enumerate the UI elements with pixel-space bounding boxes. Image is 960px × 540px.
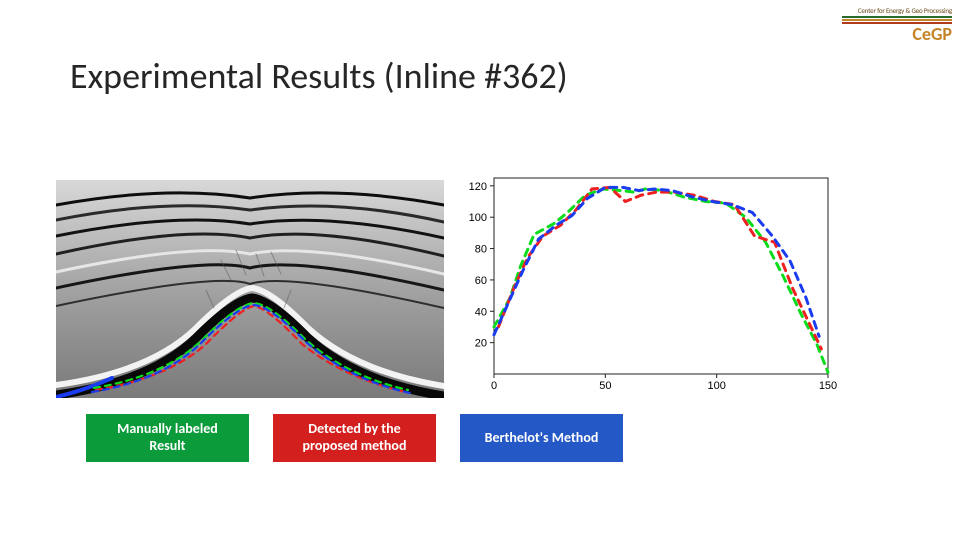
logo-main: CeGP	[842, 26, 952, 42]
svg-text:100: 100	[707, 380, 725, 392]
seismic-image	[56, 180, 444, 398]
content-row: 0 50 100 150 20 40 60 80 100 120	[56, 168, 838, 398]
page-title: Experimental Results (Inline #362)	[70, 54, 568, 98]
svg-text:50: 50	[599, 380, 611, 392]
svg-text:20: 20	[475, 338, 487, 350]
legend-label: Detected by theproposed method	[303, 421, 407, 455]
logo-bar	[842, 16, 952, 18]
logo-subtitle: Center for Energy & Geo Processing	[842, 6, 952, 15]
svg-text:120: 120	[469, 181, 487, 193]
legend-row: Manually labeledResult Detected by thepr…	[86, 414, 623, 462]
legend-berthelot: Berthelot's Method	[460, 414, 623, 462]
legend-manual: Manually labeledResult	[86, 414, 249, 462]
legend-label: Berthelot's Method	[485, 430, 599, 447]
svg-text:150: 150	[819, 380, 837, 392]
svg-text:0: 0	[491, 380, 497, 392]
legend-label: Manually labeledResult	[117, 421, 218, 455]
legend-proposed: Detected by theproposed method	[273, 414, 436, 462]
logo-bar	[842, 19, 952, 21]
svg-text:80: 80	[475, 244, 487, 256]
svg-text:40: 40	[475, 306, 487, 318]
cegp-logo: Center for Energy & Geo Processing CeGP	[842, 6, 952, 40]
line-chart: 0 50 100 150 20 40 60 80 100 120	[458, 168, 838, 398]
svg-text:60: 60	[475, 275, 487, 287]
svg-text:100: 100	[469, 212, 487, 224]
